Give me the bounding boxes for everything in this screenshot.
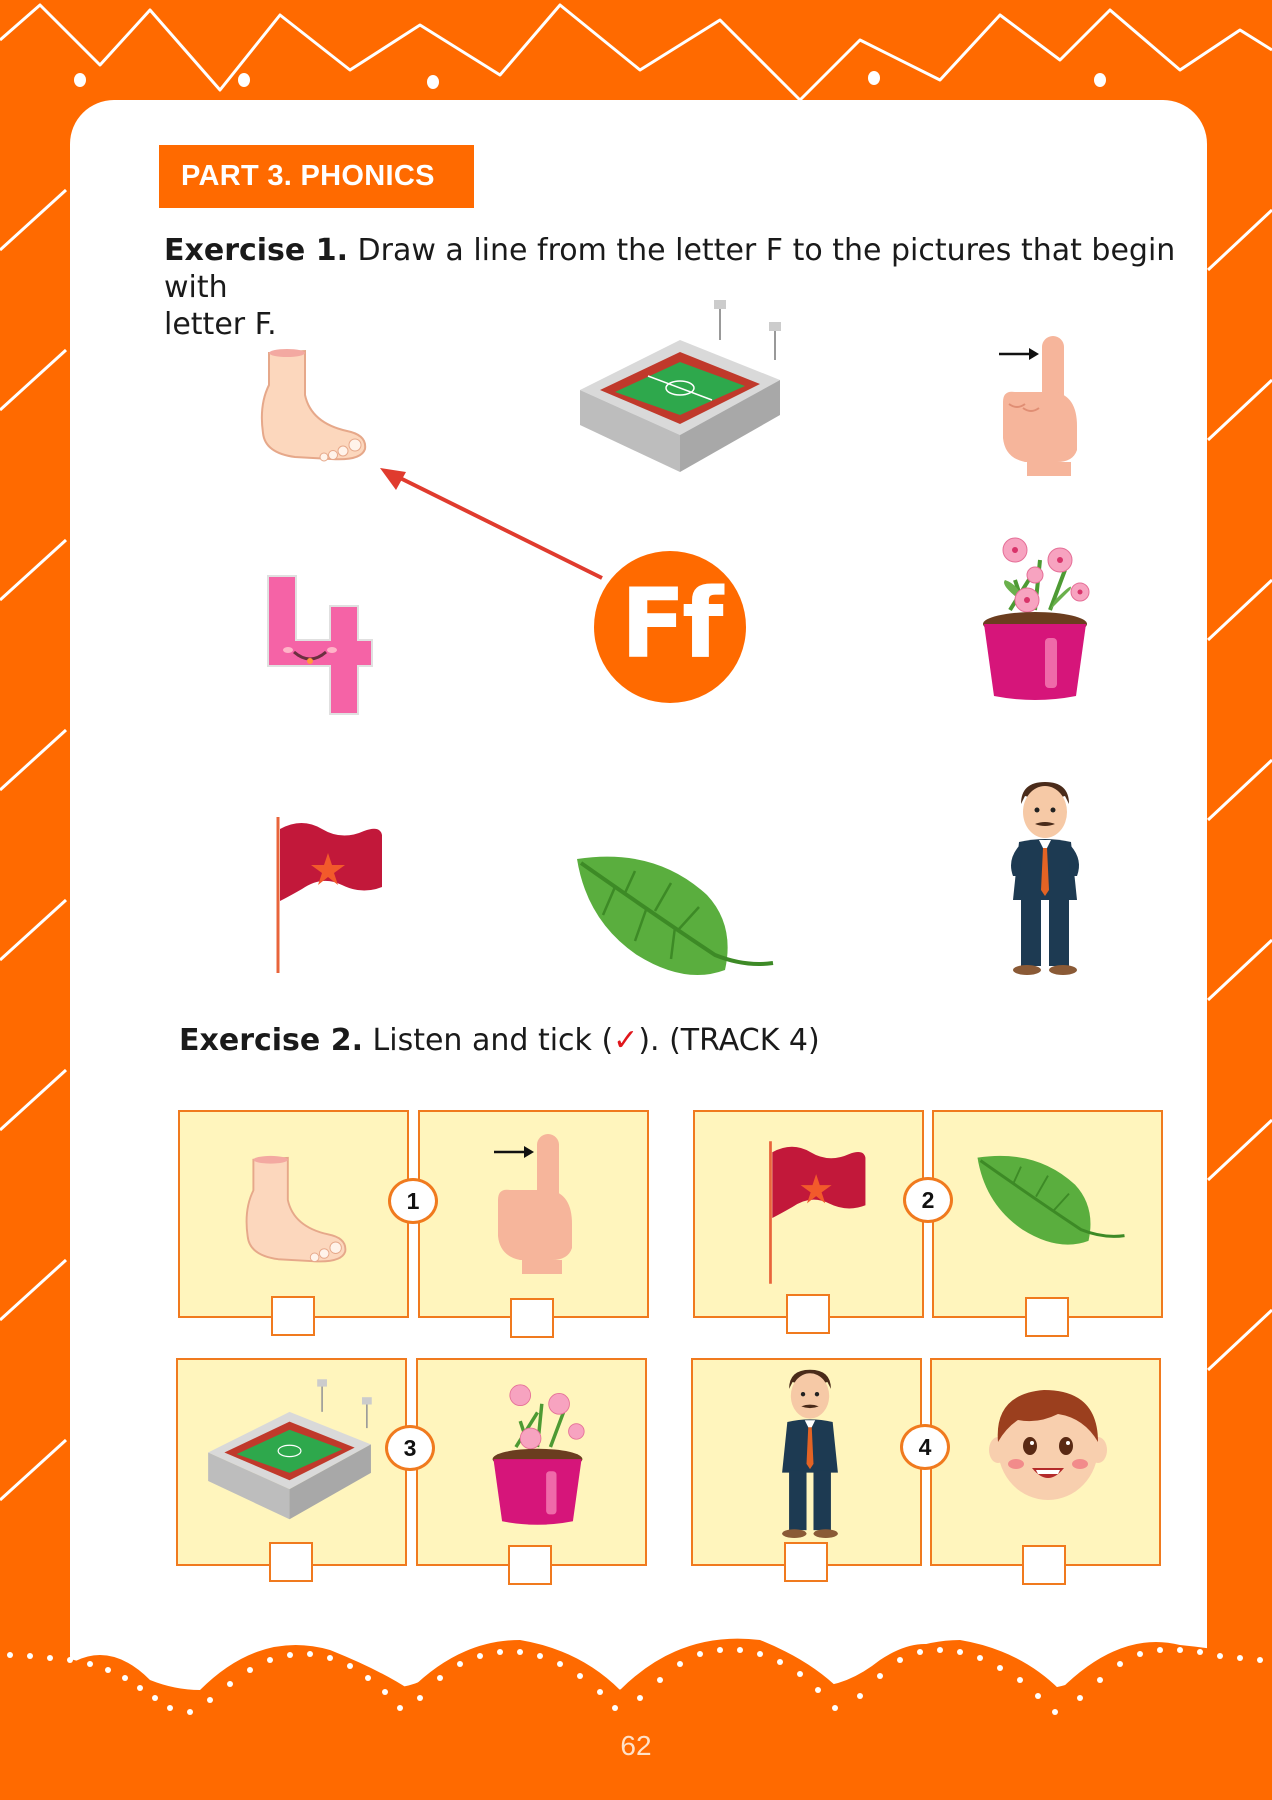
stadium-icon: [208, 1379, 372, 1520]
exercise2-label: Exercise 2.: [179, 1023, 363, 1058]
boy-face-icon: [989, 1390, 1107, 1500]
item3-left-panel: [176, 1358, 407, 1566]
item2-leaf-picture: [976, 1154, 1126, 1249]
item3-number-badge: 3: [385, 1425, 435, 1471]
exercise1-instruction-line2: letter F.: [164, 307, 277, 342]
exercise2-instruction-after: ). (TRACK 4): [638, 1023, 820, 1058]
leaf-icon: [977, 1155, 1125, 1245]
item3-right-checkbox[interactable]: [508, 1545, 552, 1585]
tick-icon: ✓: [613, 1023, 639, 1058]
finger-picture[interactable]: [995, 330, 1085, 480]
foot-icon: [245, 1155, 347, 1263]
leaf-icon: [577, 856, 774, 975]
pointing-finger-icon: [999, 336, 1077, 476]
item1-number-badge: 1: [388, 1178, 438, 1224]
item1-left-panel: [178, 1110, 409, 1318]
item3-stadium-picture: [200, 1378, 375, 1523]
flower-pot-icon: [492, 1384, 585, 1525]
item1-left-checkbox[interactable]: [271, 1296, 315, 1336]
flower-pot-icon: [983, 537, 1090, 700]
item2-flag-picture: [765, 1130, 870, 1295]
letter-ff-badge: Ff: [594, 551, 746, 703]
item3-right-panel: [416, 1358, 647, 1566]
flag-icon: [276, 817, 382, 973]
item3-flower-pot-picture: [490, 1376, 585, 1531]
exercise1-label: Exercise 1.: [164, 233, 348, 268]
flag-picture[interactable]: [272, 815, 387, 975]
number-four-icon: [267, 575, 373, 715]
item4-left-checkbox[interactable]: [784, 1542, 828, 1582]
stadium-picture[interactable]: [570, 300, 785, 475]
stadium-icon: [580, 300, 781, 472]
item2-left-checkbox[interactable]: [786, 1294, 830, 1334]
item4-right-panel: [930, 1358, 1161, 1566]
item4-number-badge: 4: [900, 1424, 950, 1470]
father-picture[interactable]: [1005, 780, 1085, 975]
item1-foot-picture: [240, 1152, 350, 1267]
exercise2-instruction-before: Listen and tick (: [372, 1023, 614, 1058]
pointing-finger-icon: [494, 1134, 572, 1274]
flower-pot-picture[interactable]: [980, 530, 1090, 705]
example-connecting-arrow: [380, 468, 603, 580]
part-title: PART 3. PHONICS: [159, 145, 474, 208]
item2-number-badge: 2: [903, 1177, 953, 1223]
item4-left-panel: [691, 1358, 922, 1566]
item4-father-picture: [775, 1368, 845, 1538]
item2-right-panel: [932, 1110, 1163, 1318]
man-in-suit-icon: [1011, 782, 1079, 975]
item1-right-checkbox[interactable]: [510, 1298, 554, 1338]
foot-icon: [260, 349, 367, 462]
item2-right-checkbox[interactable]: [1025, 1297, 1069, 1337]
page-number: 62: [620, 1730, 652, 1761]
item4-right-checkbox[interactable]: [1022, 1545, 1066, 1585]
leaf-picture[interactable]: [575, 855, 775, 980]
item4-boy-face-picture: [988, 1384, 1108, 1504]
four-picture[interactable]: [260, 570, 375, 720]
flag-icon: [769, 1141, 866, 1284]
item1-finger-picture: [490, 1128, 580, 1278]
item2-left-panel: [693, 1110, 924, 1318]
exercise2-instruction: Exercise 2. Listen and tick (✓). (TRACK …: [179, 1022, 979, 1059]
item3-left-checkbox[interactable]: [269, 1542, 313, 1582]
foot-picture[interactable]: [255, 345, 370, 465]
item1-right-panel: [418, 1110, 649, 1318]
man-in-suit-icon: [782, 1369, 838, 1538]
